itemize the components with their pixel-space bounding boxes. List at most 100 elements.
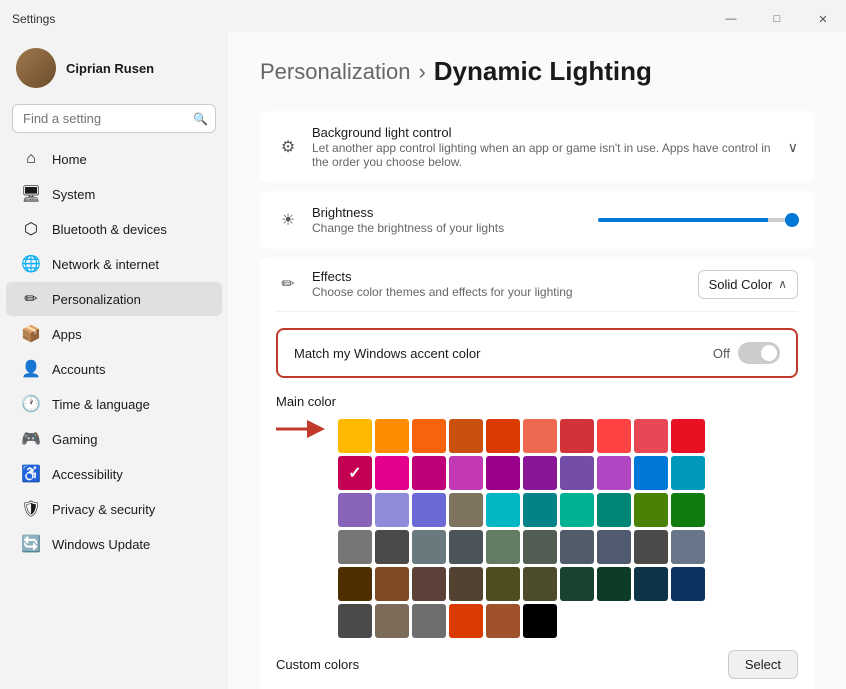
color-swatch[interactable] [375, 530, 409, 564]
color-swatch[interactable] [597, 419, 631, 453]
accent-color-label: Match my Windows accent color [294, 346, 713, 361]
effects-text: Effects Choose color themes and effects … [312, 269, 686, 299]
color-swatch[interactable] [375, 567, 409, 601]
color-swatch[interactable] [671, 567, 705, 601]
color-swatch[interactable] [338, 419, 372, 453]
color-swatch[interactable] [338, 604, 372, 638]
color-swatch[interactable] [449, 604, 483, 638]
brightness-thumb[interactable] [785, 213, 799, 227]
main-color-label: Main color [276, 394, 798, 409]
search-input[interactable] [12, 104, 216, 133]
minimize-button[interactable]: — [708, 3, 754, 35]
sidebar-item-apps[interactable]: 📦 Apps [6, 317, 222, 351]
sidebar-item-accounts[interactable]: 👤 Accounts [6, 352, 222, 386]
brightness-slider[interactable] [598, 218, 798, 222]
color-swatch[interactable] [412, 456, 446, 490]
color-swatch[interactable] [338, 530, 372, 564]
color-swatch[interactable] [486, 419, 520, 453]
accessibility-icon: ♿ [22, 465, 40, 483]
color-swatch[interactable] [338, 493, 372, 527]
titlebar-controls: — □ ✕ [708, 3, 846, 35]
color-swatch[interactable] [671, 530, 705, 564]
background-light-row[interactable]: ⚙ Background light control Let another a… [260, 111, 814, 183]
titlebar: Settings — □ ✕ [0, 0, 846, 32]
color-swatch[interactable] [412, 530, 446, 564]
sidebar-item-accessibility[interactable]: ♿ Accessibility [6, 457, 222, 491]
accent-color-toggle[interactable] [738, 342, 780, 364]
color-swatch[interactable] [523, 604, 557, 638]
sidebar-item-privacy[interactable]: 🛡 Privacy & security [6, 492, 222, 526]
color-swatch[interactable] [375, 604, 409, 638]
sidebar-item-personalization[interactable]: ✏ Personalization [6, 282, 222, 316]
close-button[interactable]: ✕ [800, 3, 846, 35]
color-swatch[interactable] [523, 419, 557, 453]
color-swatch[interactable] [523, 493, 557, 527]
effects-section: ✏ Effects Choose color themes and effect… [260, 257, 814, 689]
color-swatch[interactable] [412, 567, 446, 601]
color-swatch[interactable] [338, 456, 372, 490]
sidebar: Ciprian Rusen 🔍 ⌂ Home 🖥 System ⬡ Blueto… [0, 32, 228, 689]
color-swatch[interactable] [375, 419, 409, 453]
main-content: Personalization › Dynamic Lighting ⚙ Bac… [228, 32, 846, 689]
color-swatch[interactable] [634, 456, 668, 490]
color-swatch[interactable] [597, 530, 631, 564]
color-swatch[interactable] [449, 456, 483, 490]
color-swatch[interactable] [671, 493, 705, 527]
sidebar-item-gaming[interactable]: 🎮 Gaming [6, 422, 222, 456]
color-swatch[interactable] [597, 456, 631, 490]
sidebar-item-update[interactable]: 🔄 Windows Update [6, 527, 222, 561]
color-swatch[interactable] [671, 419, 705, 453]
color-swatch[interactable] [412, 419, 446, 453]
search-box[interactable]: 🔍 [12, 104, 216, 133]
color-swatch[interactable] [634, 530, 668, 564]
color-swatch[interactable] [486, 456, 520, 490]
color-swatch[interactable] [375, 456, 409, 490]
sidebar-item-network[interactable]: 🌐 Network & internet [6, 247, 222, 281]
color-swatch[interactable] [560, 567, 594, 601]
color-swatch[interactable] [449, 493, 483, 527]
color-swatch[interactable] [523, 530, 557, 564]
color-swatch[interactable] [375, 493, 409, 527]
color-swatch[interactable] [597, 493, 631, 527]
color-swatch[interactable] [486, 493, 520, 527]
color-swatch[interactable] [449, 530, 483, 564]
sidebar-item-time[interactable]: 🕐 Time & language [6, 387, 222, 421]
color-swatch[interactable] [560, 530, 594, 564]
color-swatch[interactable] [523, 567, 557, 601]
color-swatch[interactable] [412, 493, 446, 527]
brightness-desc: Change the brightness of your lights [312, 221, 574, 235]
titlebar-title: Settings [12, 12, 55, 26]
maximize-button[interactable]: □ [754, 3, 800, 35]
privacy-icon: 🛡 [22, 500, 40, 518]
select-button[interactable]: Select [728, 650, 798, 679]
sidebar-item-home[interactable]: ⌂ Home [6, 142, 222, 176]
color-swatch[interactable] [486, 567, 520, 601]
color-swatch[interactable] [634, 419, 668, 453]
effects-dropdown[interactable]: Solid Color ∧ [698, 270, 798, 299]
sidebar-item-system[interactable]: 🖥 System [6, 177, 222, 211]
user-section: Ciprian Rusen [0, 40, 228, 100]
toggle-container: Off [713, 342, 780, 364]
brightness-slider-container[interactable] [598, 218, 798, 222]
main-color-section: Main color [276, 386, 798, 687]
effects-dropdown-chevron: ∧ [778, 277, 787, 291]
color-swatch[interactable] [560, 493, 594, 527]
sidebar-item-bluetooth[interactable]: ⬡ Bluetooth & devices [6, 212, 222, 246]
color-swatch[interactable] [671, 456, 705, 490]
color-swatch[interactable] [523, 456, 557, 490]
color-swatch[interactable] [486, 530, 520, 564]
color-swatch[interactable] [449, 567, 483, 601]
color-swatch[interactable] [634, 493, 668, 527]
color-swatch[interactable] [338, 567, 372, 601]
color-swatch[interactable] [486, 604, 520, 638]
color-swatch[interactable] [412, 604, 446, 638]
color-swatch[interactable] [560, 419, 594, 453]
color-swatch[interactable] [560, 456, 594, 490]
custom-colors-label: Custom colors [276, 657, 359, 672]
color-swatch[interactable] [597, 567, 631, 601]
effects-title: Effects [312, 269, 686, 284]
privacy-label: Privacy & security [52, 502, 155, 517]
accounts-label: Accounts [52, 362, 105, 377]
color-swatch[interactable] [634, 567, 668, 601]
color-swatch[interactable] [449, 419, 483, 453]
